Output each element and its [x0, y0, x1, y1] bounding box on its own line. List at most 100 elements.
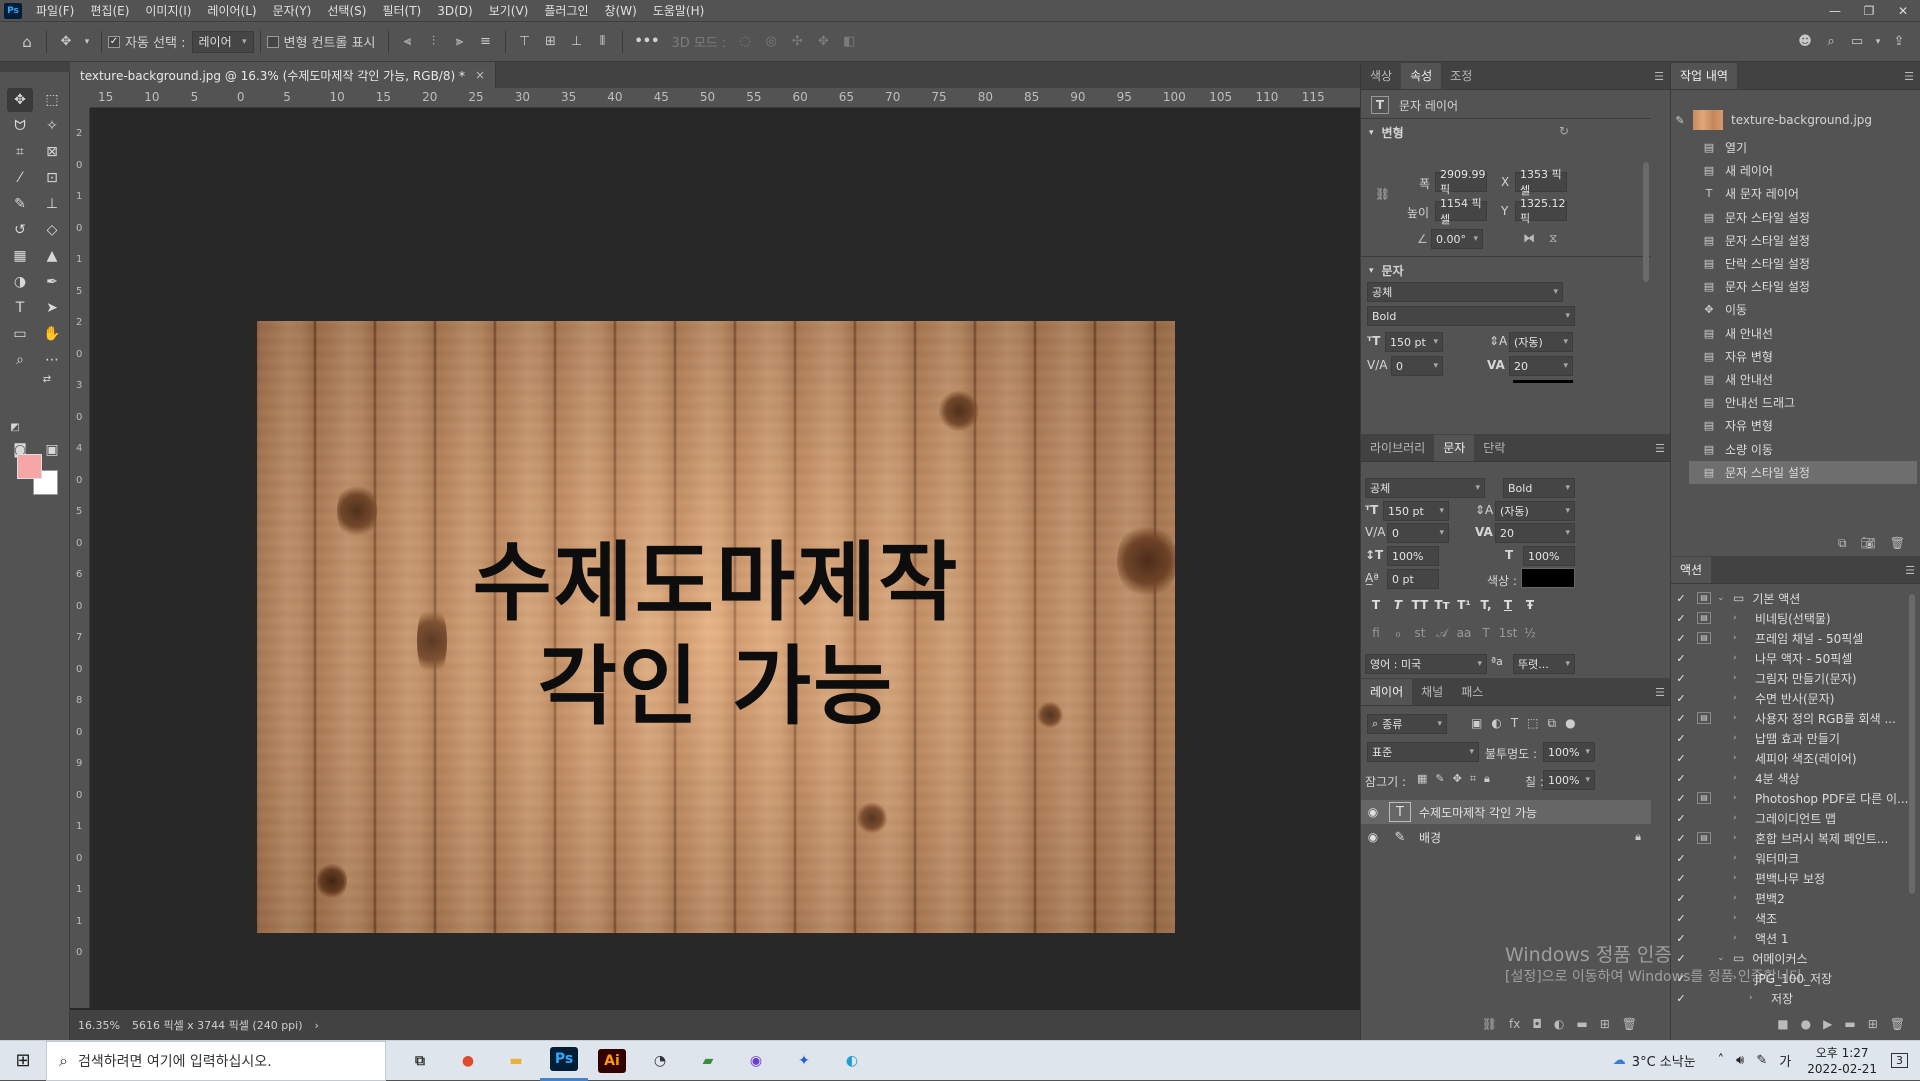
vertical-ruler[interactable]: 2 0 1 0 1 5 2 0 3 0 4 0 5 0 6 0 7 0 8 0 9 0 1 0 1 1 0 [70, 108, 90, 1008]
chevron-right-icon[interactable]: › [1749, 993, 1763, 1003]
chevron-right-icon[interactable]: › [1733, 913, 1747, 923]
more-tools-icon[interactable]: ⋯ [39, 348, 65, 372]
dialog-toggle-icon[interactable]: ▤ [1697, 612, 1711, 624]
prop-font-style[interactable]: Bold ▾ [1367, 306, 1575, 326]
alt-ligatures-button[interactable]: ℴ [1387, 626, 1409, 641]
zoom-tool-icon[interactable]: ⌕ [7, 348, 33, 372]
move-tool-icon[interactable]: ✥ [57, 33, 75, 51]
weather-text[interactable]: 3°C 소낙눈 [1632, 1051, 1696, 1070]
toggle-check-icon[interactable]: ✓ [1671, 832, 1691, 845]
auto-select-checkbox[interactable]: ✓ [108, 35, 120, 48]
canvas-text-layer[interactable]: 수제도마제작 각인 가능 [257, 531, 1175, 739]
dialog-toggle-icon[interactable] [1697, 812, 1711, 824]
char-baseline[interactable]: 0 pt [1387, 569, 1439, 589]
history-brush-source-icon[interactable]: ✎ [1671, 114, 1689, 127]
height-field[interactable]: 1154 픽셀 [1435, 197, 1487, 226]
chevron-right-icon[interactable]: › [1733, 813, 1747, 823]
restore-button[interactable]: ❐ [1852, 4, 1886, 18]
faux-bold-button[interactable]: T [1365, 598, 1387, 612]
history-item[interactable]: ▤ 단락 스타일 설정 [1689, 252, 1917, 275]
char-font-style[interactable]: Bold ▾ [1503, 478, 1575, 498]
history-brush-icon[interactable]: ↺ [7, 218, 33, 242]
align-left-icon[interactable]: ⫷ [399, 33, 417, 51]
zoom-level[interactable]: 16.35% [78, 1019, 120, 1032]
dialog-toggle-icon[interactable] [1697, 652, 1711, 664]
canvas-viewport[interactable]: 수제도마제작 각인 가능 [90, 108, 1340, 1008]
gradient-tool-icon[interactable]: ▦ [7, 244, 33, 268]
chevron-right-icon[interactable]: › [1733, 713, 1747, 723]
lock-transparent-icon[interactable]: ▦ [1417, 772, 1427, 786]
chevron-down-icon[interactable]: ▾ [83, 33, 91, 51]
dialog-toggle-icon[interactable] [1697, 912, 1711, 924]
prop-leading[interactable]: (자동) ▾ [1509, 332, 1573, 352]
chevron-down-icon[interactable]: ▾ [1874, 33, 1882, 51]
toggle-check-icon[interactable]: ✓ [1671, 912, 1691, 925]
dialog-toggle-icon[interactable]: ▤ [1697, 792, 1711, 804]
tab-actions[interactable]: 액션 [1671, 557, 1712, 583]
properties-scrollbar[interactable] [1643, 162, 1649, 282]
tab-adjustments[interactable]: 조정 [1441, 63, 1481, 89]
char-color-swatch[interactable] [1521, 568, 1575, 588]
more-options-button[interactable]: ••• [635, 34, 660, 49]
dialog-toggle-icon[interactable] [1697, 672, 1711, 684]
minimize-button[interactable]: — [1818, 4, 1852, 18]
dialog-toggle-icon[interactable] [1697, 692, 1711, 704]
sticky-notes-icon[interactable]: ▰ [684, 1041, 732, 1081]
blend-mode-dropdown[interactable]: 표준 ▾ [1367, 742, 1479, 762]
all-caps-button[interactable]: TT [1409, 598, 1431, 612]
faux-italic-button[interactable]: T [1387, 598, 1409, 612]
lock-all-icon[interactable]: 🔒︎ [1484, 772, 1490, 786]
action-item[interactable]: ✓ › 편백나무 보정 [1671, 868, 1911, 888]
dialog-toggle-icon[interactable]: ▤ [1697, 632, 1711, 644]
volume-icon[interactable]: 🔊︎ [1736, 1053, 1744, 1068]
link-icon[interactable]: ⛓ [1375, 187, 1390, 201]
flip-vertical-icon[interactable]: ⧖ [1549, 231, 1557, 246]
stamp-tool-icon[interactable]: ⊥ [39, 192, 65, 216]
menu-layer[interactable]: 레이어(L) [199, 0, 264, 22]
path-select-icon[interactable]: ➤ [39, 296, 65, 320]
swash-button[interactable]: 𝒜 [1431, 626, 1453, 641]
illustrator-taskbar-icon[interactable]: Ai [588, 1041, 636, 1081]
dialog-toggle-icon[interactable] [1697, 732, 1711, 744]
ligatures-button[interactable]: fi [1365, 626, 1387, 641]
move-tool-icon[interactable]: ✥ [7, 88, 33, 112]
action-item[interactable]: ✓ › 나무 액자 - 50픽셀 [1671, 648, 1911, 668]
pen-icon[interactable]: ✎ [1756, 1053, 1767, 1068]
file-explorer-icon[interactable]: ▬ [492, 1041, 540, 1081]
char-vscale[interactable]: 100% [1387, 546, 1439, 566]
share-user-icon[interactable]: ☻ [1796, 33, 1814, 51]
chat-app-icon[interactable]: ◉ [732, 1041, 780, 1081]
chevron-right-icon[interactable]: › [1733, 693, 1747, 703]
action-item[interactable]: ✓ › 그레이디언트 맵 [1671, 808, 1911, 828]
action-item[interactable]: ✓ › 수면 반사(문자) [1671, 688, 1911, 708]
history-item[interactable]: ▤ 문자 스타일 설정 [1689, 229, 1917, 252]
toggle-check-icon[interactable]: ✓ [1671, 792, 1691, 805]
prop-tracking[interactable]: 20 ▾ [1509, 356, 1573, 376]
stop-icon[interactable]: ■ [1777, 1017, 1788, 1031]
toggle-check-icon[interactable]: ✓ [1671, 772, 1691, 785]
titling-button[interactable]: T [1475, 626, 1497, 641]
align-bottom-icon[interactable]: ⊥ [568, 33, 586, 51]
swap-colors-icon[interactable]: ⇄ [40, 372, 54, 386]
underline-button[interactable]: T [1497, 598, 1519, 612]
menu-plugins[interactable]: 플러그인 [536, 0, 596, 22]
chevron-right-icon[interactable]: › [1733, 673, 1747, 683]
dialog-toggle-icon[interactable]: ▤ [1697, 832, 1711, 844]
adjustment-layer-icon[interactable]: ◐ [1554, 1017, 1564, 1031]
prop-font-size[interactable]: 150 pt ▾ [1385, 332, 1443, 352]
actions-scrollbar[interactable] [1909, 594, 1915, 894]
toggle-check-icon[interactable]: ✓ [1671, 672, 1691, 685]
edge-icon[interactable]: ◐ [828, 1041, 876, 1081]
chevron-right-icon[interactable]: › [1733, 933, 1747, 943]
lock-position-icon[interactable]: ✥ [1453, 772, 1462, 786]
char-font-size[interactable]: 150 pt ▾ [1383, 501, 1449, 521]
history-item[interactable]: ▤ 열기 [1689, 136, 1917, 159]
menu-3d[interactable]: 3D(D) [429, 0, 480, 22]
action-item[interactable]: ✓ › 4분 색상 [1671, 768, 1911, 788]
action-item[interactable]: ✓ › 편백2 [1671, 888, 1911, 908]
action-item[interactable]: ✓ ▤ › 혼합 브러시 복제 페인트... [1671, 828, 1911, 848]
y-field[interactable]: 1325.12 픽 [1515, 197, 1567, 225]
menu-select[interactable]: 선택(S) [319, 0, 374, 22]
flip-horizontal-icon[interactable]: ⧓ [1523, 231, 1535, 245]
action-item[interactable]: ✓ › 색조 [1671, 908, 1911, 928]
